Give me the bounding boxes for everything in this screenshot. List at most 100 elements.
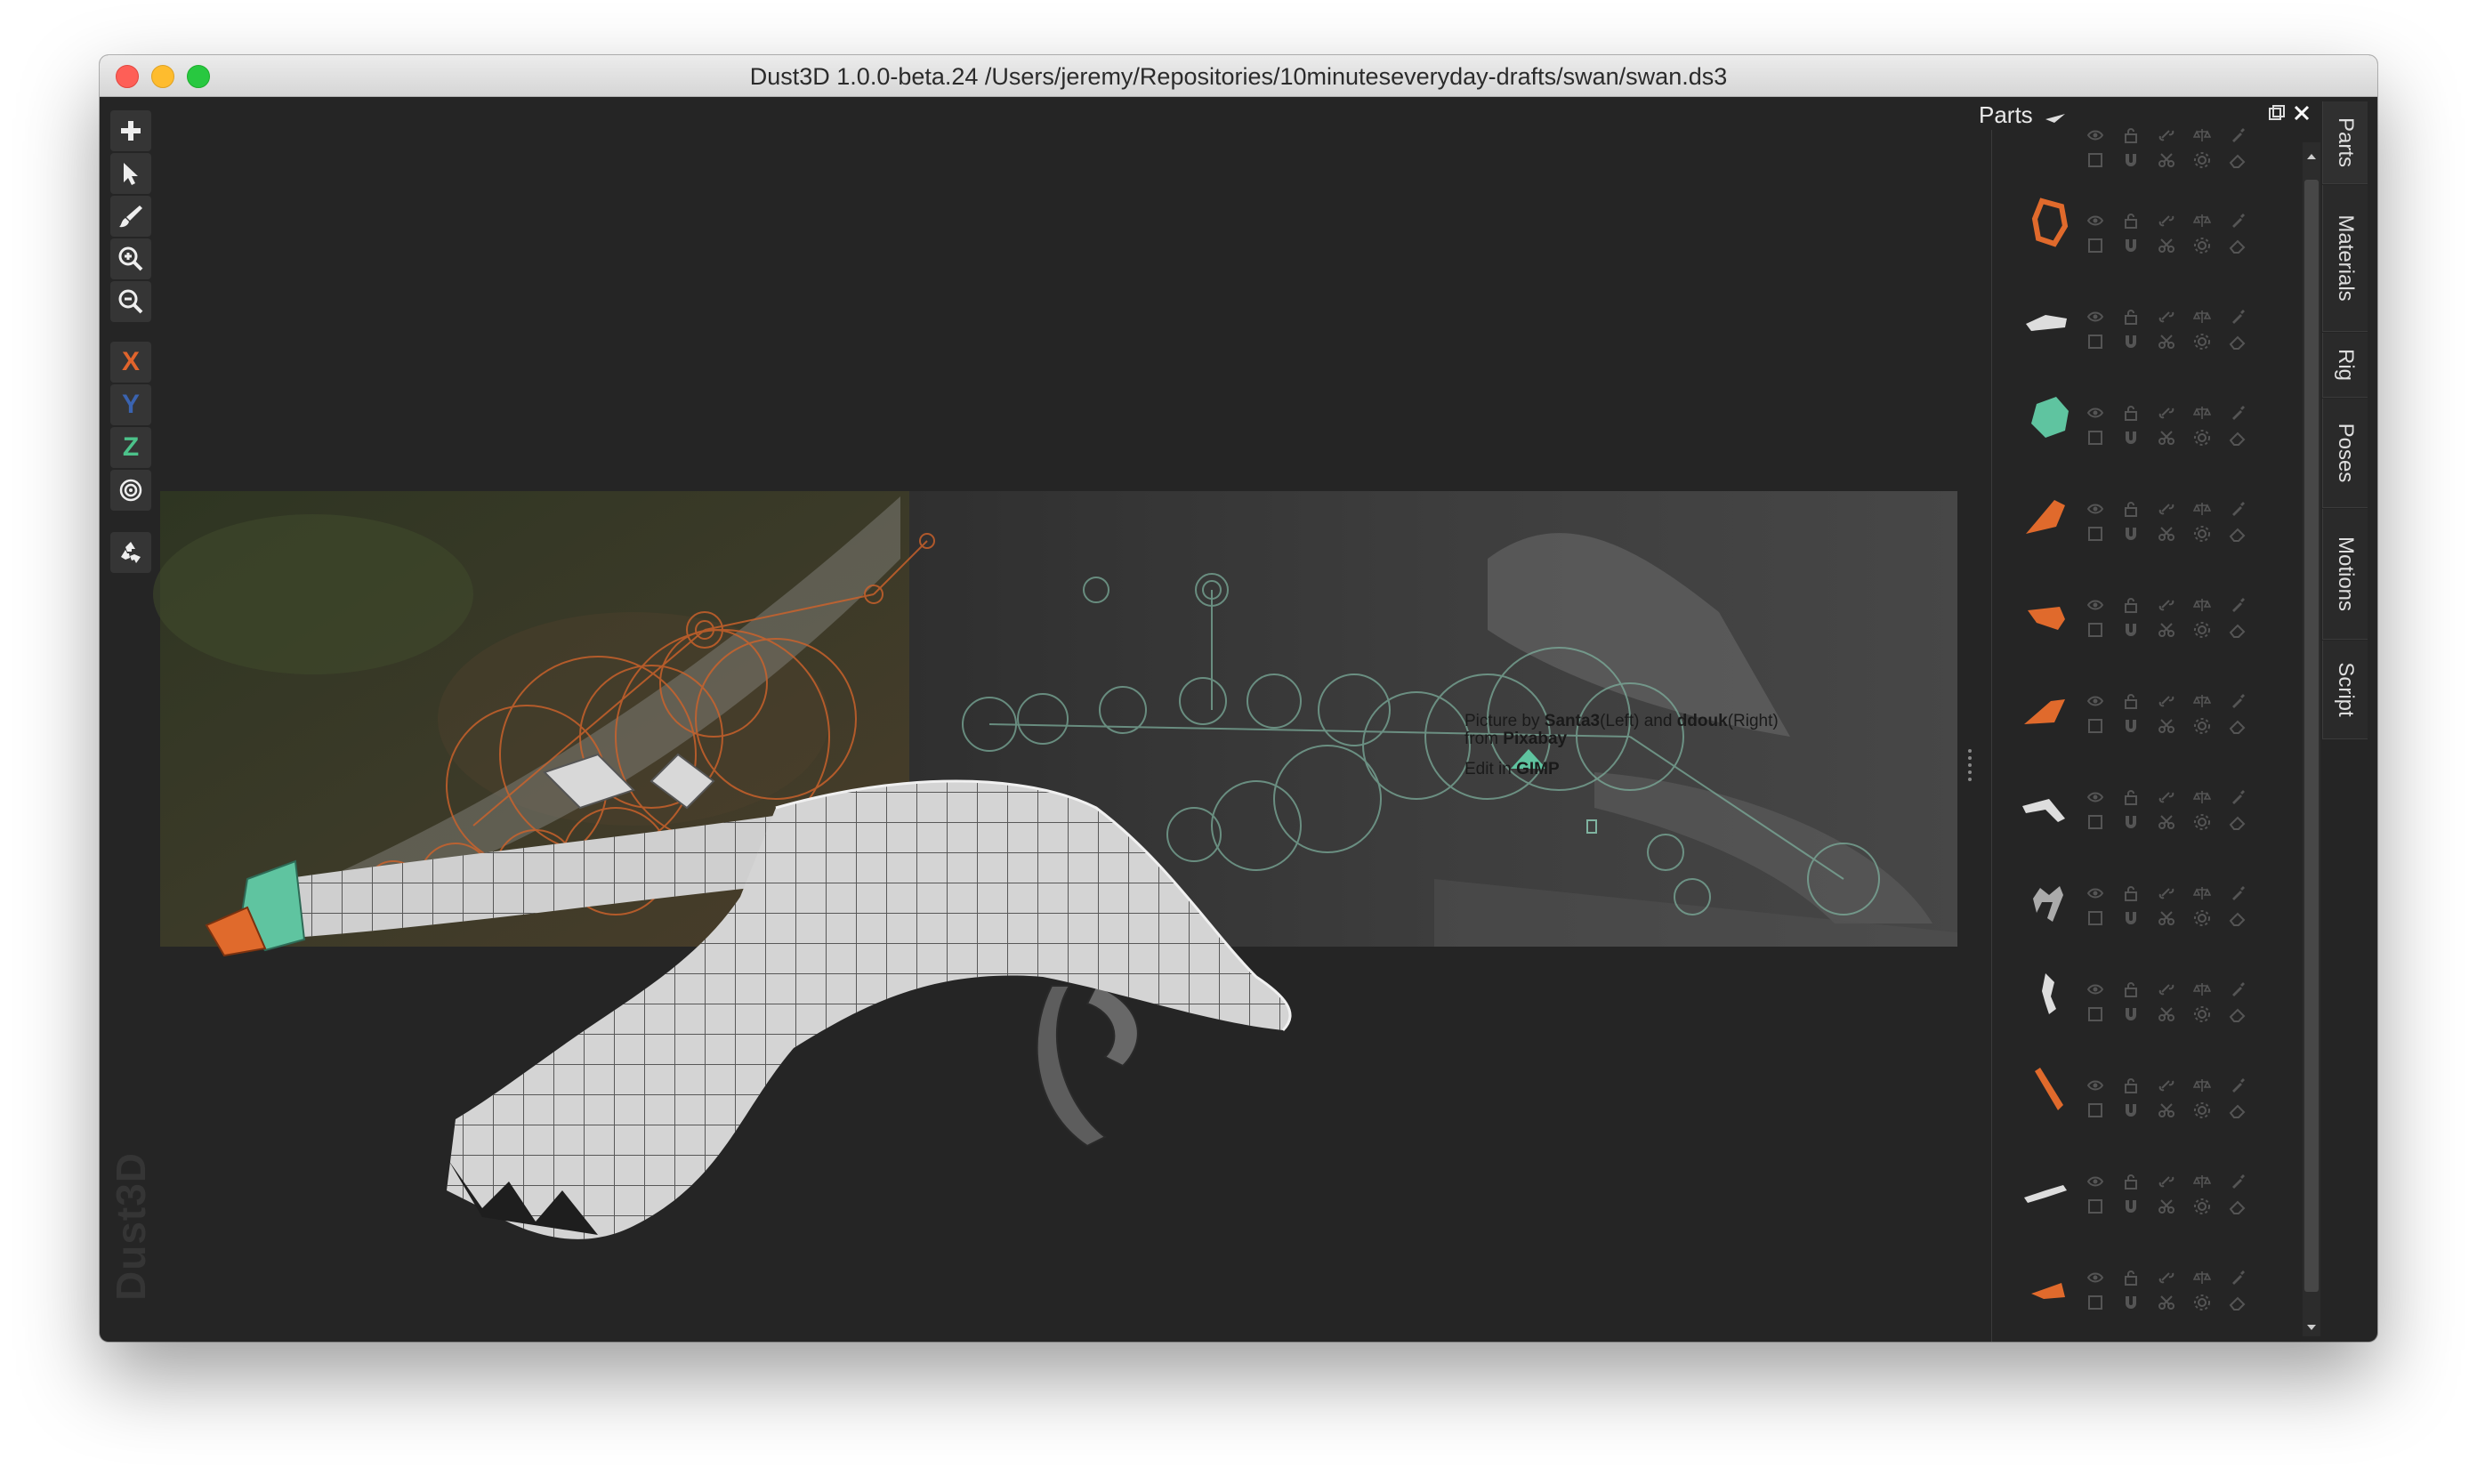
part-row[interactable]: [1992, 94, 2295, 190]
part-row[interactable]: [1992, 180, 2295, 276]
part-thumbnail[interactable]: [2010, 571, 2085, 646]
part-thumbnail[interactable]: [2010, 667, 2085, 742]
magnet-icon[interactable]: [2122, 1005, 2140, 1023]
eye-icon[interactable]: [2086, 126, 2104, 144]
eraser-icon[interactable]: [2229, 237, 2247, 254]
eraser-icon[interactable]: [2229, 909, 2247, 927]
color-picker-icon[interactable]: [2229, 788, 2247, 806]
eraser-icon[interactable]: [2229, 1198, 2247, 1215]
part-row[interactable]: [1992, 276, 2295, 372]
lock-icon[interactable]: [2122, 980, 2140, 998]
scissors-icon[interactable]: [2158, 1294, 2175, 1311]
gear-icon[interactable]: [2193, 909, 2211, 927]
eye-icon[interactable]: [2086, 1173, 2104, 1190]
gear-icon[interactable]: [2193, 237, 2211, 254]
balance-icon[interactable]: [2193, 1077, 2211, 1094]
checkbox-icon[interactable]: [2086, 1198, 2104, 1215]
balance-icon[interactable]: [2193, 126, 2211, 144]
tab-motions[interactable]: Motions: [2322, 509, 2368, 640]
gear-icon[interactable]: [2193, 717, 2211, 735]
link-icon[interactable]: [2158, 212, 2175, 230]
gear-icon[interactable]: [2193, 621, 2211, 639]
magnet-icon[interactable]: [2122, 333, 2140, 351]
balance-icon[interactable]: [2193, 500, 2211, 518]
magnet-icon[interactable]: [2122, 237, 2140, 254]
regenerate-button[interactable]: [110, 532, 151, 573]
color-picker-icon[interactable]: [2229, 404, 2247, 422]
lock-icon[interactable]: [2122, 500, 2140, 518]
select-button[interactable]: [110, 153, 151, 194]
lock-icon[interactable]: [2122, 212, 2140, 230]
eraser-icon[interactable]: [2229, 525, 2247, 543]
eye-icon[interactable]: [2086, 1077, 2104, 1094]
scissors-icon[interactable]: [2158, 717, 2175, 735]
lock-icon[interactable]: [2122, 788, 2140, 806]
eraser-icon[interactable]: [2229, 1101, 2247, 1119]
color-picker-icon[interactable]: [2229, 692, 2247, 710]
link-icon[interactable]: [2158, 308, 2175, 326]
eye-icon[interactable]: [2086, 596, 2104, 614]
color-picker-icon[interactable]: [2229, 884, 2247, 902]
scissors-icon[interactable]: [2158, 151, 2175, 169]
magnet-icon[interactable]: [2122, 1101, 2140, 1119]
balance-icon[interactable]: [2193, 692, 2211, 710]
part-thumbnail[interactable]: [2010, 475, 2085, 550]
gear-icon[interactable]: [2193, 429, 2211, 447]
link-icon[interactable]: [2158, 788, 2175, 806]
link-icon[interactable]: [2158, 1269, 2175, 1286]
part-thumbnail[interactable]: [2010, 1244, 2085, 1319]
eraser-icon[interactable]: [2229, 717, 2247, 735]
balance-icon[interactable]: [2193, 1173, 2211, 1190]
gear-icon[interactable]: [2193, 1294, 2211, 1311]
y-axis-lock-button[interactable]: Y: [110, 384, 151, 425]
part-row[interactable]: [1992, 948, 2295, 1044]
part-thumbnail[interactable]: [2010, 956, 2085, 1030]
magnet-icon[interactable]: [2122, 813, 2140, 831]
part-row[interactable]: [1992, 372, 2295, 468]
checkbox-icon[interactable]: [2086, 1005, 2104, 1023]
part-thumbnail[interactable]: [2010, 379, 2085, 454]
gear-icon[interactable]: [2193, 813, 2211, 831]
link-icon[interactable]: [2158, 404, 2175, 422]
eye-icon[interactable]: [2086, 500, 2104, 518]
eraser-icon[interactable]: [2229, 429, 2247, 447]
checkbox-icon[interactable]: [2086, 1101, 2104, 1119]
lock-icon[interactable]: [2122, 596, 2140, 614]
part-thumbnail[interactable]: [2010, 283, 2085, 358]
scroll-up-arrow-icon[interactable]: [2304, 149, 2319, 164]
scissors-icon[interactable]: [2158, 1198, 2175, 1215]
panel-splitter-handle[interactable]: [1968, 749, 1972, 781]
part-row[interactable]: [1992, 660, 2295, 756]
tab-rig[interactable]: Rig: [2322, 333, 2368, 398]
checkbox-icon[interactable]: [2086, 621, 2104, 639]
scissors-icon[interactable]: [2158, 909, 2175, 927]
lock-icon[interactable]: [2122, 1269, 2140, 1286]
scissors-icon[interactable]: [2158, 237, 2175, 254]
link-icon[interactable]: [2158, 596, 2175, 614]
eye-icon[interactable]: [2086, 308, 2104, 326]
part-thumbnail[interactable]: [2010, 763, 2085, 838]
scissors-icon[interactable]: [2158, 1005, 2175, 1023]
link-icon[interactable]: [2158, 1173, 2175, 1190]
magnet-icon[interactable]: [2122, 717, 2140, 735]
part-row[interactable]: [1992, 852, 2295, 948]
magnet-icon[interactable]: [2122, 429, 2140, 447]
tab-materials[interactable]: Materials: [2322, 185, 2368, 332]
balance-icon[interactable]: [2193, 1269, 2211, 1286]
checkbox-icon[interactable]: [2086, 525, 2104, 543]
checkbox-icon[interactable]: [2086, 813, 2104, 831]
checkbox-icon[interactable]: [2086, 151, 2104, 169]
eraser-icon[interactable]: [2229, 621, 2247, 639]
scissors-icon[interactable]: [2158, 813, 2175, 831]
color-picker-icon[interactable]: [2229, 980, 2247, 998]
lock-icon[interactable]: [2122, 404, 2140, 422]
part-row[interactable]: [1992, 564, 2295, 660]
parts-scrollbar-thumb[interactable]: [2304, 180, 2319, 1292]
color-picker-icon[interactable]: [2229, 212, 2247, 230]
gear-icon[interactable]: [2193, 1005, 2211, 1023]
eye-icon[interactable]: [2086, 884, 2104, 902]
part-thumbnail[interactable]: [2010, 859, 2085, 934]
gear-icon[interactable]: [2193, 1101, 2211, 1119]
part-row[interactable]: [1992, 1141, 2295, 1237]
add-node-button[interactable]: [110, 110, 151, 151]
